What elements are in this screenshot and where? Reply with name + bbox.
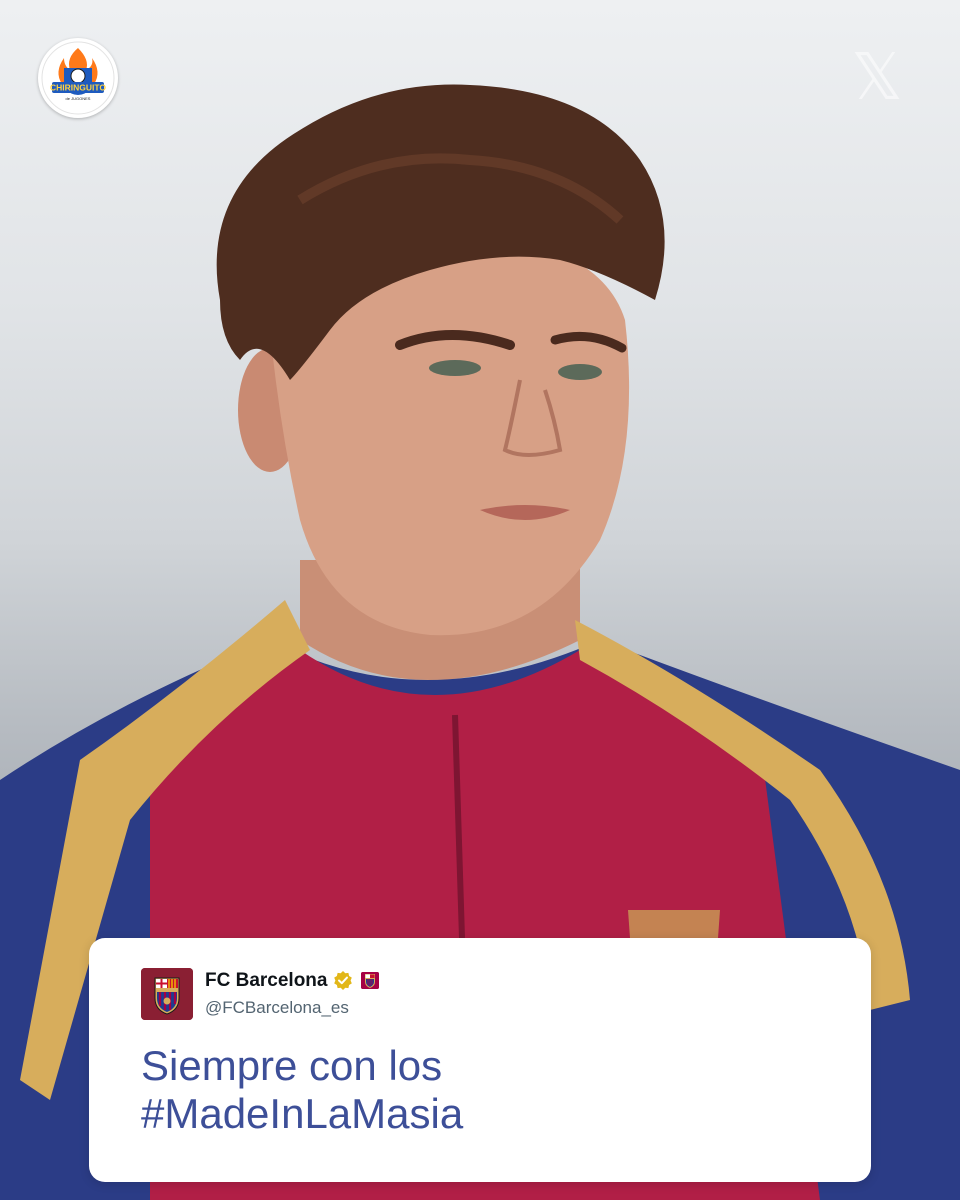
user-handle[interactable]: @FCBarcelona_es [205,998,349,1018]
display-name[interactable]: FC Barcelona [205,970,327,992]
eye-right [558,364,602,380]
logo-subtext: de JUGONES [66,96,91,101]
tweet-text-line-1: Siempre con los [141,1042,443,1089]
logo-text: CHIRINGUITO [50,83,106,93]
chiringuito-logo-icon: CHIRINGUITO de JUGONES [41,41,115,115]
chiringuito-logo: CHIRINGUITO de JUGONES [38,38,118,118]
hashtag-link[interactable]: #MadeInLaMasia [141,1090,841,1138]
x-logo-icon: 𝕏 [851,41,903,115]
fc-barcelona-crest-icon [141,968,193,1020]
barca-flag-icon [361,972,379,989]
eye-left [429,360,481,376]
verified-badge-icon [333,970,353,990]
tweet-text: Siempre con los #MadeInLaMasia [141,1042,841,1138]
shirt-crest [628,910,720,938]
tweet-card: FC Barcelona @FCBarcelona_es Siempre con… [89,938,871,1182]
